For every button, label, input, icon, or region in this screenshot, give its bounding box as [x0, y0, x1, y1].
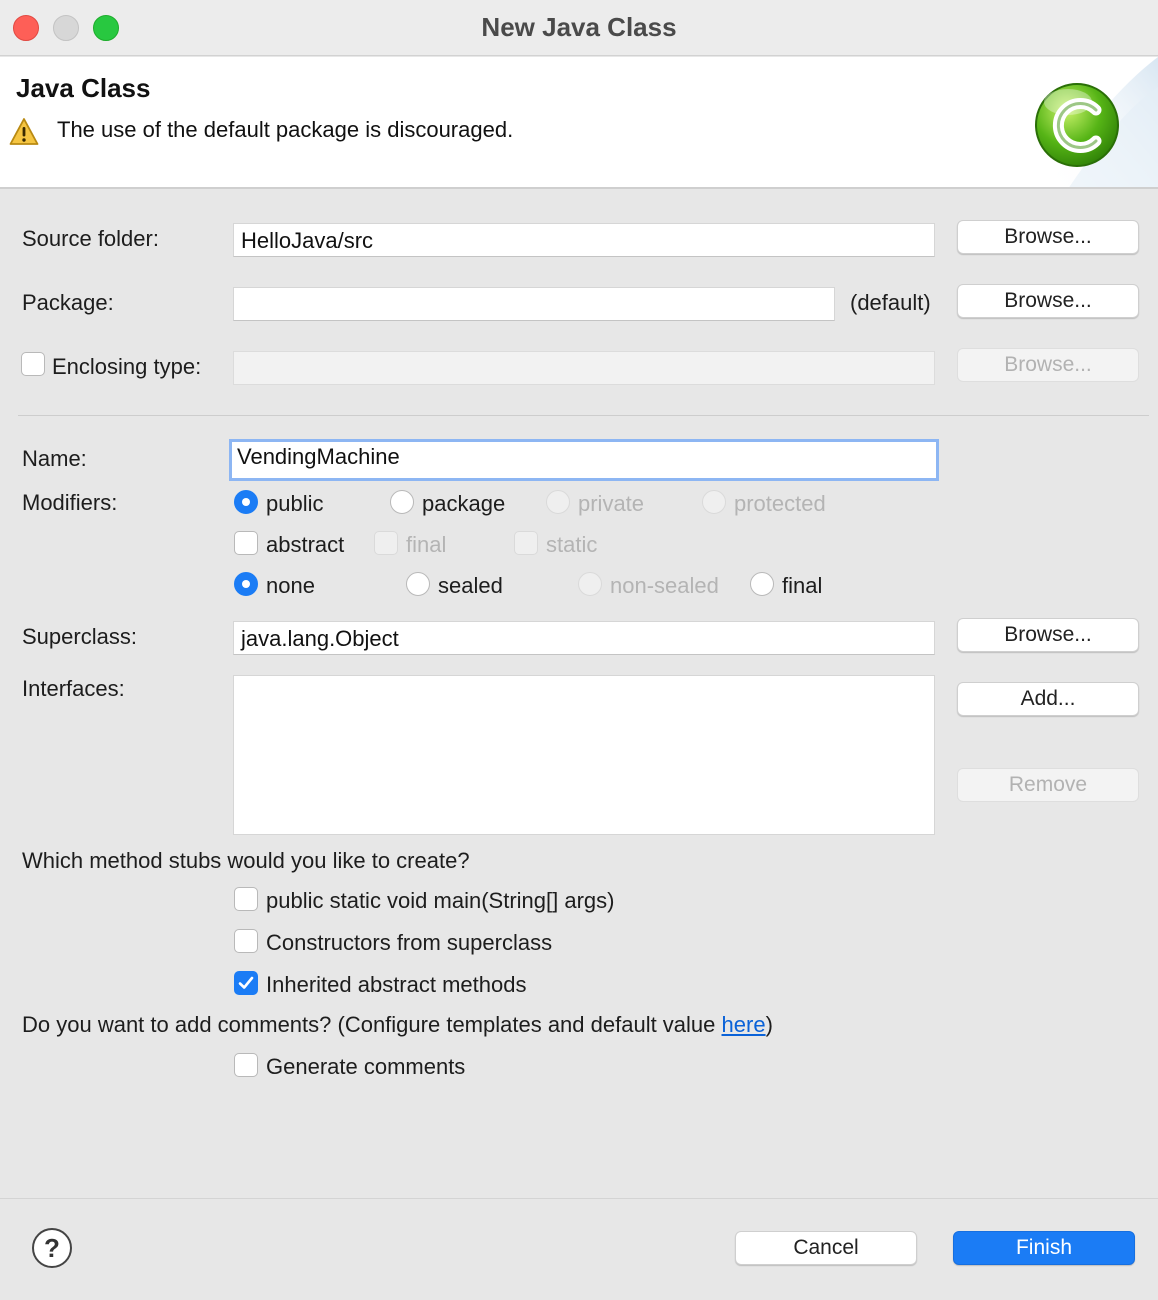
interfaces-remove-button: Remove [957, 768, 1139, 802]
banner-message: The use of the default package is discou… [57, 117, 514, 142]
stub-main-checkbox[interactable] [234, 887, 258, 911]
modifier-abstract-checkbox[interactable] [234, 531, 258, 555]
modifier-private-label: private [578, 491, 645, 516]
checkmark-icon [238, 976, 254, 989]
package-browse-button[interactable]: Browse... [957, 284, 1139, 318]
window-title: New Java Class [481, 12, 677, 42]
source-folder-browse-button[interactable]: Browse... [957, 220, 1139, 254]
configure-templates-link[interactable]: here [722, 1012, 766, 1037]
modifier-package-radio[interactable] [390, 490, 414, 514]
modifier-final-label: final [406, 532, 447, 557]
sealing-non-sealed-label: non-sealed [610, 573, 719, 598]
sealing-sealed-radio[interactable] [406, 572, 430, 596]
sealing-final-radio[interactable] [750, 572, 774, 596]
comments-question-text: Do you want to add comments? (Configure … [22, 1012, 722, 1037]
enclosing-type-label: Enclosing type: [52, 354, 202, 379]
sealing-none-radio[interactable] [234, 572, 258, 596]
source-folder-field[interactable]: HelloJava/src [233, 223, 935, 257]
modifier-public-radio[interactable] [234, 490, 258, 514]
enclosing-type-browse-button: Browse... [957, 348, 1139, 382]
warning-triangle-icon [9, 118, 39, 145]
stub-main-label: public static void main(String[] args) [266, 888, 615, 913]
class-name-field[interactable]: VendingMachine [229, 439, 939, 481]
stub-inherited-abstract-label: Inherited abstract methods [266, 972, 527, 997]
modifier-final-checkbox [374, 531, 398, 555]
package-field[interactable] [233, 287, 835, 321]
new-java-class-dialog: New Java Class Java Class The use of the… [0, 0, 1158, 1300]
superclass-label: Superclass: [22, 624, 137, 649]
generate-comments-label: Generate comments [266, 1054, 466, 1079]
java-class-c-logo-icon [1035, 57, 1158, 187]
interfaces-label: Interfaces: [22, 676, 125, 701]
cancel-button[interactable]: Cancel [735, 1231, 917, 1265]
modifier-static-label: static [546, 532, 598, 557]
banner-title: Java Class [16, 73, 151, 103]
section-separator [18, 415, 1149, 416]
method-stubs-question: Which method stubs would you like to cre… [22, 848, 470, 873]
modifier-static-checkbox [514, 531, 538, 555]
sealing-non-sealed-radio [578, 572, 602, 596]
sealing-none-label: none [266, 573, 315, 598]
modifiers-label: Modifiers: [22, 490, 118, 515]
sealing-sealed-label: sealed [438, 573, 503, 598]
comments-question-close: ) [765, 1012, 773, 1037]
stub-constructors-checkbox[interactable] [234, 929, 258, 953]
wizard-banner: Java Class The use of the default packag… [0, 57, 1158, 189]
stub-inherited-abstract-checkbox[interactable] [234, 971, 258, 995]
name-label: Name: [22, 446, 87, 471]
interfaces-list[interactable] [233, 675, 935, 835]
footer-separator [0, 1198, 1158, 1199]
enclosing-type-checkbox[interactable] [21, 352, 45, 376]
comments-question: Do you want to add comments? (Configure … [22, 1012, 773, 1038]
generate-comments-checkbox[interactable] [234, 1053, 258, 1077]
modifier-package-label: package [422, 491, 506, 516]
package-label: Package: [22, 290, 114, 315]
superclass-browse-button[interactable]: Browse... [957, 618, 1139, 652]
package-default-hint: (default) [850, 290, 931, 315]
modifier-protected-radio [702, 490, 726, 514]
help-question-icon[interactable]: ? [32, 1228, 72, 1268]
interfaces-add-button[interactable]: Add... [957, 682, 1139, 716]
modifier-abstract-label: abstract [266, 532, 345, 557]
finish-button[interactable]: Finish [953, 1231, 1135, 1265]
superclass-field[interactable]: java.lang.Object [233, 621, 935, 655]
stub-constructors-label: Constructors from superclass [266, 930, 553, 955]
enclosing-type-field [233, 351, 935, 385]
modifier-protected-label: protected [734, 491, 826, 516]
title-bar: New Java Class [0, 0, 1158, 56]
modifier-public-label: public [266, 491, 324, 516]
source-folder-label: Source folder: [22, 226, 159, 251]
sealing-final-label: final [782, 573, 823, 598]
modifier-private-radio [546, 490, 570, 514]
